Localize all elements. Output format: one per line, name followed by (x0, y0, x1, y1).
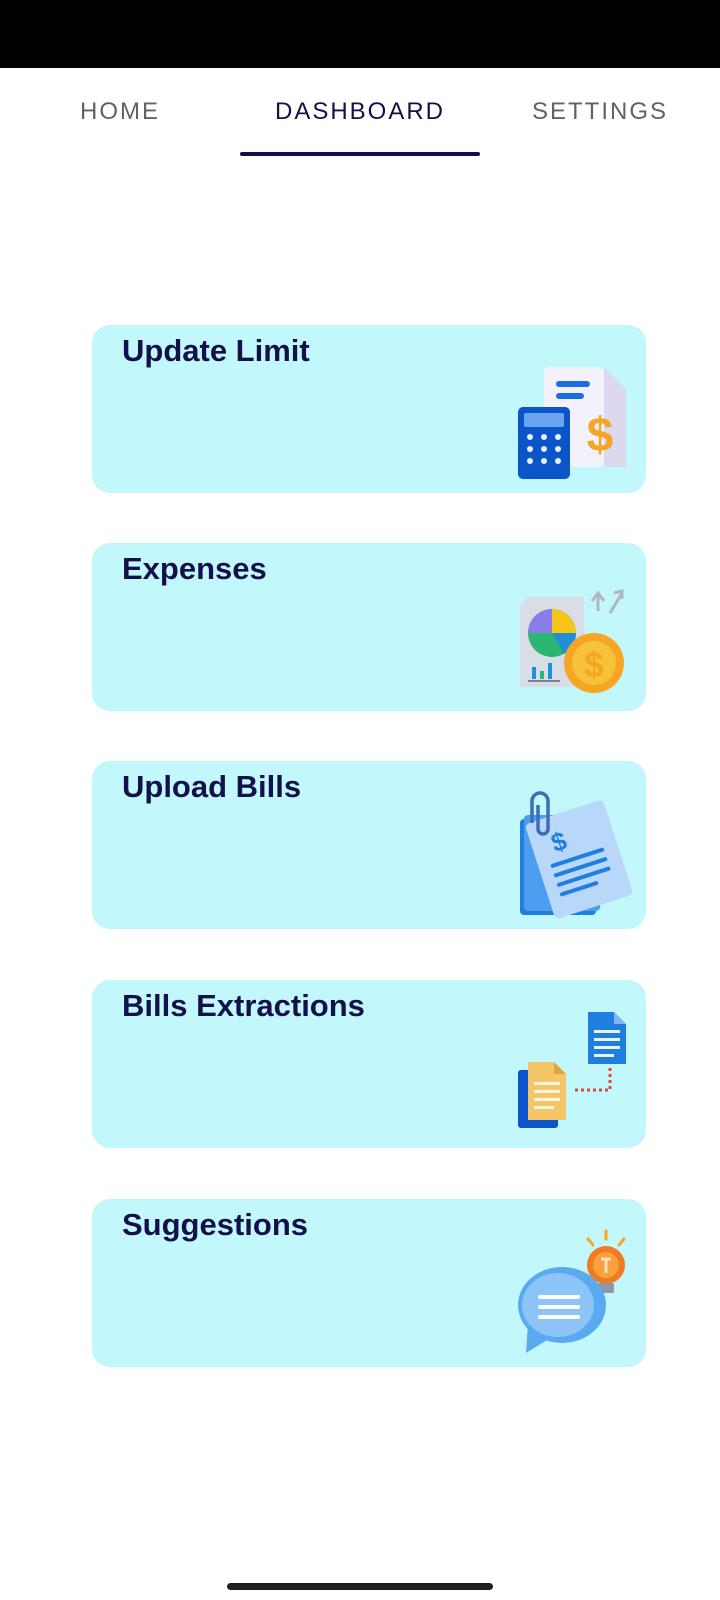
upload-bills-card[interactable]: Upload Bills $ (92, 761, 646, 929)
card-title: Upload Bills (122, 769, 302, 804)
tab-dashboard[interactable]: DASHBOARD (240, 68, 480, 156)
svg-text:$: $ (587, 409, 614, 462)
tab-home[interactable]: HOME (0, 68, 240, 156)
tab-active-indicator (240, 152, 480, 156)
status-bar (0, 0, 720, 68)
expenses-card[interactable]: Expenses $ (92, 543, 646, 711)
document-transfer-icon (514, 1008, 632, 1138)
bill-document-icon: $ (514, 789, 632, 919)
tab-settings[interactable]: SETTINGS (480, 68, 720, 156)
svg-text:$: $ (584, 644, 604, 685)
tab-bar: HOME DASHBOARD SETTINGS (0, 68, 720, 156)
update-limit-card[interactable]: Update Limit $ (92, 325, 646, 493)
card-title: Update Limit (122, 333, 310, 368)
card-title: Expenses (122, 551, 267, 586)
card-title: Bills Extractions (122, 988, 365, 1023)
bills-extractions-card[interactable]: Bills Extractions (92, 980, 646, 1148)
card-title: Suggestions (122, 1207, 309, 1242)
chat-lightbulb-icon (514, 1227, 632, 1357)
suggestions-card[interactable]: Suggestions (92, 1199, 646, 1367)
calculator-invoice-icon: $ (514, 353, 632, 483)
pie-chart-coin-icon: $ (514, 571, 632, 701)
home-indicator[interactable] (227, 1583, 493, 1590)
